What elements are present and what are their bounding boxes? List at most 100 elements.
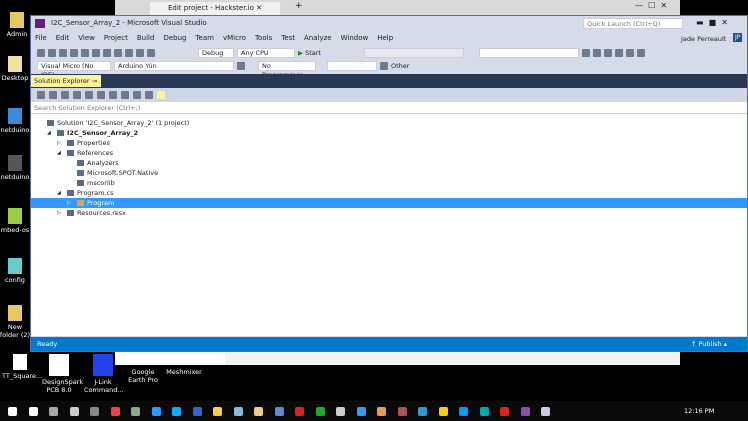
redo-icon[interactable] <box>147 48 155 57</box>
tree-item[interactable]: ◢ I2C_Sensor_Array_2 <box>31 128 747 138</box>
collapse-icon[interactable] <box>109 91 117 99</box>
user-name[interactable]: Jade Perreault <box>681 35 726 43</box>
wrench-icon[interactable] <box>145 91 153 99</box>
desktop-icon-netduino[interactable]: netduino <box>0 108 32 134</box>
expand-arrow-icon[interactable]: ◢ <box>47 128 51 138</box>
home-icon[interactable] <box>61 91 69 99</box>
open-icon[interactable] <box>81 48 89 57</box>
clock[interactable]: 12:16 PM <box>684 407 714 415</box>
menu-build[interactable]: Build <box>137 34 155 46</box>
menu-edit[interactable]: Edit <box>56 34 70 46</box>
search-icon[interactable] <box>237 61 245 70</box>
menu-team[interactable]: Team <box>195 34 214 46</box>
desktop-icon-mbed[interactable]: mbed-os <box>0 208 32 234</box>
find-combo[interactable] <box>478 47 579 58</box>
taskbar-app-icon[interactable] <box>192 407 202 416</box>
board-select[interactable]: Arduino Yún <box>114 60 234 71</box>
save-all-icon[interactable] <box>103 48 111 57</box>
start-icon[interactable] <box>8 407 17 416</box>
user-avatar[interactable]: JP <box>733 33 743 42</box>
add-item-icon[interactable] <box>70 48 78 57</box>
taskbar-app-icon[interactable] <box>479 407 489 416</box>
menu-vmicro[interactable]: vMicro <box>223 34 246 46</box>
taskbar-app-icon[interactable] <box>213 407 222 416</box>
desktop-icon-config[interactable]: config <box>0 258 32 284</box>
taskbar-app-icon[interactable] <box>49 407 58 416</box>
taskbar-app-icon[interactable] <box>274 407 284 416</box>
taskbar-app-icon[interactable] <box>295 407 304 416</box>
platform-select[interactable]: Any CPU <box>237 47 295 58</box>
tree-item[interactable]: ▷ Properties <box>31 138 747 148</box>
taskbar-app-icon[interactable] <box>110 407 120 416</box>
taskbar-app-icon[interactable] <box>459 407 468 416</box>
menu-tools[interactable]: Tools <box>255 34 272 46</box>
taskbar-app-icon[interactable] <box>520 407 530 416</box>
desktop-icon-google-earth[interactable]: Google Earth Pro <box>123 368 163 384</box>
menu-file[interactable]: File <box>35 34 47 46</box>
undo-icon[interactable] <box>136 48 144 57</box>
tool-icon[interactable] <box>625 48 634 57</box>
sync-icon[interactable] <box>85 91 93 99</box>
forward-icon[interactable] <box>48 48 56 57</box>
code-icon[interactable] <box>133 91 141 99</box>
tree-item[interactable]: ▷ Program <box>31 198 747 208</box>
taskbar-app-icon[interactable] <box>69 407 79 416</box>
config-select[interactable]: Debug <box>198 47 234 58</box>
save-icon[interactable] <box>92 48 100 57</box>
expand-arrow-icon[interactable]: ▷ <box>57 138 61 148</box>
menu-project[interactable]: Project <box>104 34 128 46</box>
browser-tab[interactable]: Edit project - Hackster.io ✕ <box>150 2 280 15</box>
ide-select[interactable]: Visual Micro (No IDE) <box>37 60 111 79</box>
programmer-select[interactable]: No Programmer <box>258 60 316 79</box>
menu-analyze[interactable]: Analyze <box>304 34 332 46</box>
window-controls[interactable]: — ☐ ✕ <box>635 1 667 10</box>
copy-icon[interactable] <box>125 48 133 57</box>
tree-item[interactable]: ◢ References <box>31 148 747 158</box>
taskbar-app-icon[interactable] <box>397 407 407 416</box>
tree-item[interactable]: ◢ Program.cs <box>31 188 747 198</box>
wrench-icon[interactable] <box>592 48 601 57</box>
taskbar-app-icon[interactable] <box>172 407 181 416</box>
expand-arrow-icon[interactable]: ◢ <box>57 188 61 198</box>
desktop-icon-tt-square[interactable]: TT_Square... <box>2 354 42 380</box>
tool-icon[interactable] <box>614 48 623 57</box>
tree-item[interactable]: Solution 'I2C_Sensor_Array_2' (1 project… <box>31 118 747 128</box>
taskbar-app-icon[interactable] <box>500 407 509 416</box>
taskbar-app-icon[interactable] <box>438 407 448 416</box>
show-all-icon[interactable] <box>121 91 129 99</box>
taskbar-app-icon[interactable] <box>377 407 386 416</box>
menu-test[interactable]: Test <box>281 34 295 46</box>
taskbar-app-icon[interactable] <box>418 407 427 416</box>
menu-window[interactable]: Window <box>341 34 369 46</box>
taskbar-app-icon[interactable] <box>336 407 345 416</box>
tree-item[interactable]: Microsoft.SPOT.Native <box>31 168 747 178</box>
window-controls[interactable]: ▬ ■ ✕ <box>696 18 728 27</box>
menu-view[interactable]: View <box>78 34 95 46</box>
back-icon[interactable] <box>37 48 45 57</box>
taskbar-app-icon[interactable] <box>131 407 140 416</box>
desktop-icon-desktop[interactable]: Desktop <box>0 56 32 82</box>
back-icon[interactable] <box>37 91 45 99</box>
tool-icon[interactable] <box>603 48 612 57</box>
expand-arrow-icon[interactable]: ▷ <box>67 198 71 208</box>
publish-button[interactable]: ↑ Publish ▴ <box>691 340 727 348</box>
taskbar-app-icon[interactable] <box>90 407 99 416</box>
desktop-icon-new-folder[interactable]: New folder (2) <box>0 305 32 339</box>
desktop-icon-netduino-2[interactable]: netduino <box>0 155 32 181</box>
tree-item[interactable]: ▷ Resources.resx <box>31 208 747 218</box>
menu-help[interactable]: Help <box>377 34 393 46</box>
taskbar-app-icon[interactable] <box>356 407 366 416</box>
forward-icon[interactable] <box>49 91 57 99</box>
solution-explorer-search[interactable]: Search Solution Explorer (Ctrl+;) <box>31 102 747 114</box>
tree-item[interactable]: mscorlib <box>31 178 747 188</box>
port-select[interactable] <box>327 60 377 71</box>
other-menu[interactable]: Other <box>391 62 409 70</box>
taskbar-app-icon[interactable] <box>28 407 38 416</box>
taskbar-app-icon[interactable] <box>254 407 263 416</box>
desktop-icon-admin[interactable]: Admin <box>0 12 34 38</box>
quick-launch-input[interactable]: Quick Launch (Ctrl+Q) <box>583 18 683 29</box>
tab-solution-explorer[interactable]: Solution Explorer ⊸ ✕ <box>31 75 101 93</box>
new-tab-icon[interactable]: + <box>295 1 303 11</box>
desktop-icon-designspark[interactable]: DesignSpark PCB 8.0 <box>42 354 83 394</box>
menu-debug[interactable]: Debug <box>163 34 186 46</box>
